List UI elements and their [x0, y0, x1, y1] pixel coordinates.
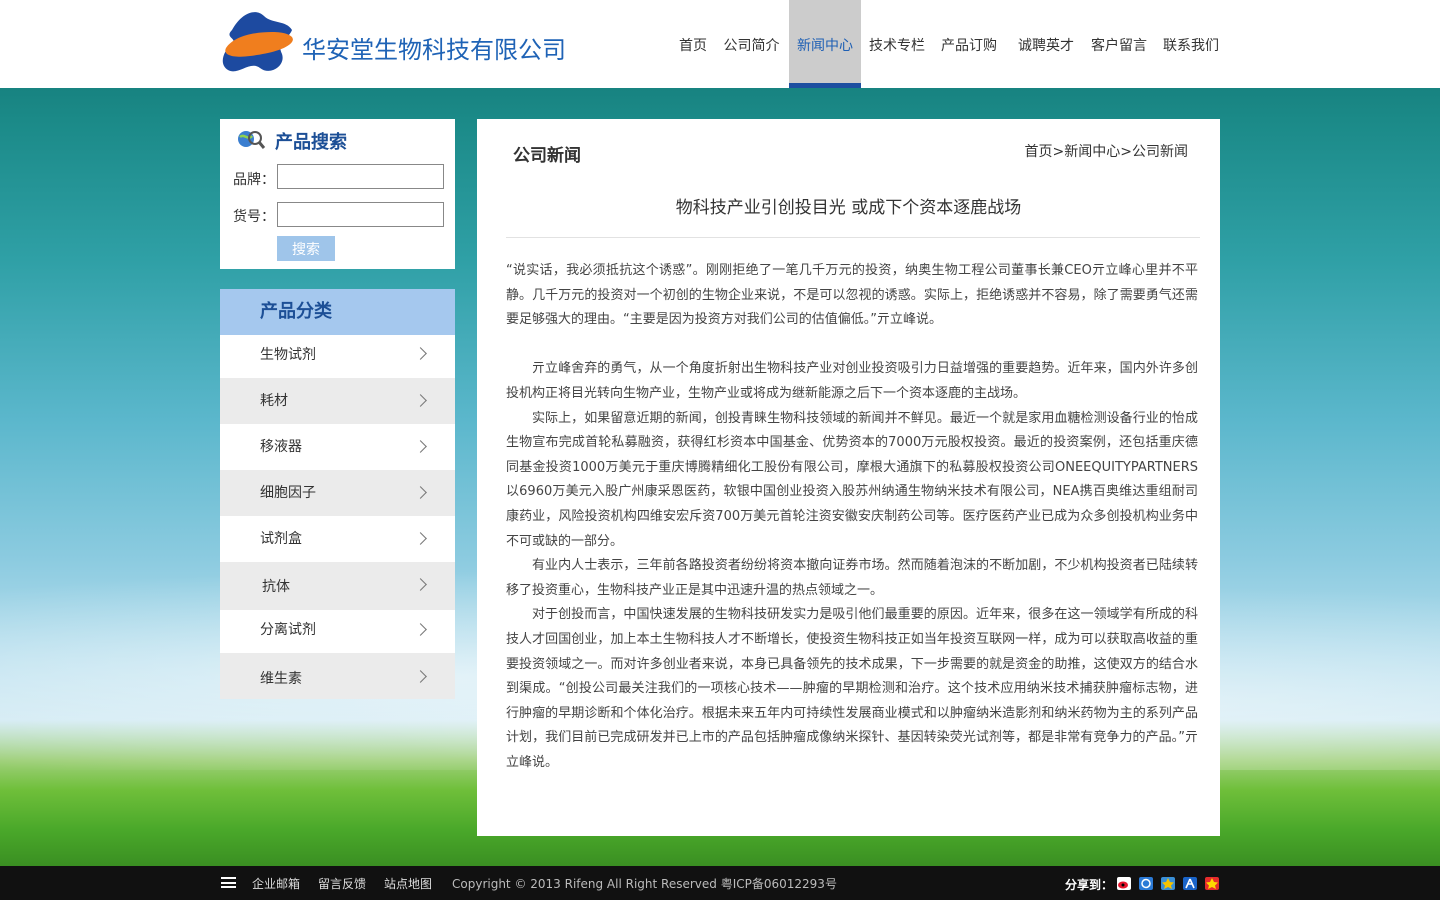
- sina-weibo-icon[interactable]: [1117, 877, 1131, 890]
- chevron-right-icon: [414, 532, 427, 545]
- nav-contact[interactable]: 联系我们: [1160, 0, 1222, 88]
- footer-link-sitemap[interactable]: 站点地图: [384, 875, 432, 892]
- category-item[interactable]: 细胞因子: [220, 470, 455, 516]
- chevron-right-icon: [414, 670, 427, 683]
- nav-home[interactable]: 首页: [672, 0, 714, 88]
- category-item[interactable]: 分离试剂: [220, 610, 455, 653]
- article-paragraph: 亓立峰舍弃的勇气，从一个角度折射出生物科技产业对创业投资吸引力日益增强的重要趋势…: [506, 361, 1198, 401]
- chevron-right-icon: [414, 578, 427, 591]
- nav-products[interactable]: 产品订购: [938, 0, 1000, 88]
- article-paragraph: 对于创投而言，中国快速发展的生物科技研发实力是吸引他们最重要的原因。近年来，很多…: [506, 607, 1198, 770]
- site-footer: 企业邮箱 留言反馈 站点地图 Copyright © 2013 Rifeng A…: [0, 866, 1440, 900]
- qq-favorite-icon[interactable]: [1161, 877, 1175, 890]
- news-content-panel: 公司新闻 首页>新闻中心>公司新闻 物科技产业引创投目光 或成下个资本逐鹿战场 …: [477, 119, 1220, 836]
- article-paragraph: 有业内人士表示，三年前各路投资者纷纷将资本撤向证券市场。然而随着泡沫的不断加剧，…: [506, 558, 1198, 598]
- product-search-panel: 产品搜索 品牌： 货号： 搜索: [220, 119, 455, 269]
- chevron-right-icon: [414, 623, 427, 636]
- renren-icon[interactable]: [1183, 877, 1197, 890]
- category-item-label: 维生素: [260, 671, 302, 687]
- site-header: 华安堂生物科技有限公司 首页 公司简介 新闻中心 技术专栏 产品订购 诚聘英才 …: [0, 0, 1440, 88]
- product-category-panel: 产品分类 生物试剂 耗材 移液器 细胞因子 试剂盒 抗体 分离试剂 维生素: [220, 289, 455, 699]
- company-name: 华安堂生物科技有限公司: [302, 36, 566, 64]
- nav-messages[interactable]: 客户留言: [1088, 0, 1150, 88]
- share-label: 分享到：: [1065, 878, 1114, 892]
- breadcrumb[interactable]: 首页>新闻中心>公司新闻: [1025, 141, 1188, 161]
- category-item-label: 生物试剂: [260, 347, 316, 363]
- article-paragraph: 实际上，如果留意近期的新闻，创投青睐生物科技领域的新闻并不鲜见。最近一个就是家用…: [506, 410, 1198, 549]
- chevron-right-icon: [414, 440, 427, 453]
- category-item[interactable]: 生物试剂: [220, 335, 455, 378]
- footer-link-feedback[interactable]: 留言反馈: [318, 875, 366, 892]
- article-paragraph: “说实话，我必须抵抗这个诱惑”。刚刚拒绝了一笔几千万元的投资，纳奥生物工程公司董…: [506, 263, 1198, 328]
- chevron-right-icon: [414, 486, 427, 499]
- category-item[interactable]: 试剂盒: [220, 516, 455, 562]
- company-logo[interactable]: [220, 10, 296, 76]
- footer-link-email[interactable]: 企业邮箱: [252, 875, 300, 892]
- nav-tech[interactable]: 技术专栏: [866, 0, 928, 88]
- menu-icon: [221, 877, 236, 888]
- chevron-right-icon: [414, 347, 427, 360]
- category-item[interactable]: 移液器: [220, 424, 455, 470]
- title-divider: [506, 237, 1200, 238]
- nav-careers[interactable]: 诚聘英才: [1015, 0, 1077, 88]
- brand-label: 品牌：: [233, 172, 275, 188]
- article-title: 物科技产业引创投目光 或成下个资本逐鹿战场: [675, 198, 1022, 218]
- chevron-right-icon: [414, 394, 427, 407]
- qq-space-icon[interactable]: [1139, 877, 1153, 890]
- category-item-label: 移液器: [260, 439, 302, 455]
- nav-about[interactable]: 公司简介: [721, 0, 782, 88]
- search-title: 产品搜索: [275, 132, 347, 153]
- category-item[interactable]: 耗材: [220, 378, 455, 424]
- section-title: 公司新闻: [513, 146, 581, 166]
- category-item[interactable]: 抗体: [220, 562, 455, 610]
- category-item-label: 耗材: [260, 393, 288, 409]
- category-item[interactable]: 维生素: [220, 653, 455, 699]
- category-item-label: 细胞因子: [260, 485, 316, 501]
- search-globe-icon: [236, 127, 266, 151]
- article-body: “说实话，我必须抵抗这个诱惑”。刚刚拒绝了一笔几千万元的投资，纳奥生物工程公司董…: [506, 259, 1198, 775]
- category-item-label: 分离试剂: [260, 622, 316, 638]
- item-number-label: 货号：: [233, 209, 275, 225]
- brand-input[interactable]: [277, 164, 444, 189]
- copyright-text: Copyright © 2013 Rifeng All Right Reserv…: [452, 877, 837, 891]
- category-item-label: 试剂盒: [260, 531, 302, 547]
- kaixin-icon[interactable]: [1205, 877, 1219, 890]
- item-number-input[interactable]: [277, 202, 444, 227]
- category-title: 产品分类: [220, 289, 455, 335]
- nav-news[interactable]: 新闻中心: [789, 0, 861, 88]
- search-button[interactable]: 搜索: [277, 236, 335, 261]
- category-item-label: 抗体: [262, 579, 290, 595]
